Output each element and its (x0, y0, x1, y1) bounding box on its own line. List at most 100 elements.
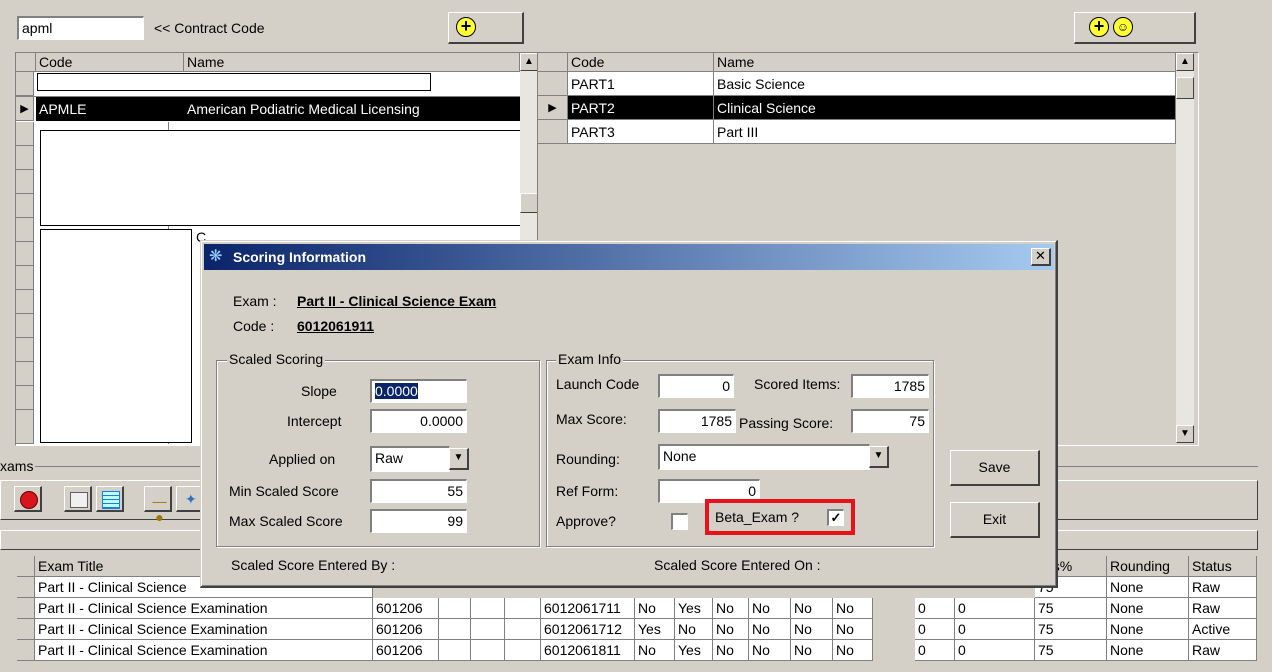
table-cell-form[interactable]: 6012061811 (541, 640, 635, 661)
part-row-code-selected[interactable]: PART2 (568, 96, 714, 120)
table-cell[interactable] (505, 619, 541, 640)
table-cell-c3[interactable]: No (713, 640, 749, 661)
table-cell-c1[interactable]: No (635, 598, 675, 619)
table-cell-status[interactable]: Raw (1189, 598, 1257, 619)
exit-button[interactable]: Exit (950, 502, 1040, 538)
table-cell-c2[interactable]: Yes (675, 598, 713, 619)
table-cell-c4[interactable]: No (749, 619, 791, 640)
col-header-status[interactable]: Status (1189, 556, 1257, 577)
min-scaled-input[interactable]: 55 (370, 479, 467, 503)
contract-code-input[interactable]: apml (17, 16, 144, 40)
table-cell-pass[interactable]: 75 (1035, 619, 1107, 640)
left-grid-filter-input[interactable] (37, 73, 431, 91)
scroll-up-icon[interactable]: ▲ (1176, 53, 1194, 71)
table-cell-c6[interactable]: No (833, 619, 873, 640)
passing-score-input[interactable]: 75 (851, 409, 929, 433)
table-cell-title[interactable]: Part II - Clinical Science Examination (35, 640, 373, 661)
table-cell-c3[interactable]: No (713, 598, 749, 619)
part-row-name[interactable]: Basic Science (714, 72, 1176, 96)
key-button[interactable]: —● (144, 486, 172, 525)
table-cell[interactable] (471, 598, 505, 619)
table-cell[interactable] (439, 598, 471, 619)
table-cell-pass[interactable]: 75 (1035, 640, 1107, 661)
left-grid-selected-row[interactable]: APMLE American Podiatric Medical Licensi… (36, 97, 520, 121)
table-cell-code[interactable]: 601206 (373, 640, 439, 661)
close-button[interactable]: ✕ (1031, 248, 1051, 266)
table-cell-title[interactable]: Part II - Clinical Science Examination (35, 619, 373, 640)
left-grid-header-code[interactable]: Code (36, 53, 184, 72)
table-cell-c3[interactable]: No (713, 619, 749, 640)
table-cell-c4[interactable]: No (749, 598, 791, 619)
grid-button[interactable] (96, 486, 124, 512)
scored-items-input[interactable]: 1785 (851, 374, 929, 398)
table-row-rounding[interactable]: None (1107, 577, 1189, 598)
max-score-input[interactable]: 1785 (658, 409, 736, 433)
table-cell-title[interactable]: Part II - Clinical Science Examination (35, 598, 373, 619)
part-row-code[interactable]: PART3 (568, 120, 714, 144)
table-cell-rounding[interactable]: None (1107, 619, 1189, 640)
scroll-thumb[interactable] (1176, 77, 1194, 99)
table-cell-rounding[interactable]: None (1107, 598, 1189, 619)
save-button[interactable]: Save (950, 450, 1040, 486)
max-scaled-label: Max Scaled Score (229, 513, 343, 529)
table-cell-c7[interactable]: 0 (915, 619, 955, 640)
table-cell-form[interactable]: 6012061712 (541, 619, 635, 640)
slope-input[interactable]: 0.0000 (370, 379, 467, 403)
intercept-input[interactable]: 0.0000 (370, 409, 467, 433)
table-cell-c2[interactable]: No (675, 619, 713, 640)
table-cell-c6[interactable]: No (833, 598, 873, 619)
right-grid-header-name[interactable]: Name (714, 53, 1176, 72)
table-cell[interactable] (439, 640, 471, 661)
rounding-select[interactable]: None (658, 444, 870, 470)
table-cell-c1[interactable]: Yes (635, 619, 675, 640)
left-grid-header-name[interactable]: Name (184, 53, 520, 72)
approve-checkbox[interactable] (671, 513, 688, 530)
table-cell[interactable] (439, 619, 471, 640)
table-cell-c8[interactable]: 0 (955, 640, 1035, 661)
table-cell[interactable] (505, 640, 541, 661)
table-cell[interactable] (471, 640, 505, 661)
table-cell-pass[interactable]: 75 (1035, 598, 1107, 619)
applied-on-dropdown-button[interactable]: ▼ (449, 448, 469, 470)
table-cell-c5[interactable]: No (791, 619, 833, 640)
table-cell-c4[interactable]: No (749, 640, 791, 661)
table-cell-c8[interactable]: 0 (955, 619, 1035, 640)
table-cell-rounding[interactable]: None (1107, 640, 1189, 661)
table-cell-form[interactable]: 6012061711 (541, 598, 635, 619)
add-contract-button[interactable]: + (448, 12, 524, 44)
applied-on-select[interactable]: Raw (370, 446, 450, 472)
table-cell-code[interactable]: 601206 (373, 619, 439, 640)
right-grid-scrollbar[interactable]: ▲ ▼ (1176, 53, 1194, 443)
part-row-code[interactable]: PART1 (568, 72, 714, 96)
table-cell-c7[interactable]: 0 (915, 640, 955, 661)
add-part-button[interactable]: + ☺ (1074, 12, 1196, 44)
table-cell-c1[interactable]: No (635, 640, 675, 661)
max-scaled-input[interactable]: 99 (370, 509, 467, 533)
rounding-dropdown-button[interactable]: ▼ (869, 446, 889, 468)
table-cell-c5[interactable]: No (791, 598, 833, 619)
chart-button[interactable] (64, 486, 92, 512)
launch-code-input[interactable]: 0 (658, 374, 734, 398)
beta-exam-checkbox[interactable]: ✓ (827, 509, 844, 526)
table-cell-c8[interactable]: 0 (955, 598, 1035, 619)
dialog-app-icon: ❋ (209, 248, 223, 265)
table-cell-c2[interactable]: Yes (675, 640, 713, 661)
table-cell-code[interactable]: 601206 (373, 598, 439, 619)
table-cell[interactable] (505, 598, 541, 619)
right-grid-header-code[interactable]: Code (568, 53, 714, 72)
part-row-name[interactable]: Part III (714, 120, 1176, 144)
table-row-status[interactable]: Raw (1189, 577, 1257, 598)
scroll-thumb[interactable] (520, 193, 538, 213)
scroll-down-icon[interactable]: ▼ (1176, 425, 1194, 443)
table-cell[interactable] (471, 619, 505, 640)
record-button[interactable] (14, 486, 42, 512)
table-cell-status[interactable]: Active (1189, 619, 1257, 640)
table-cell-c5[interactable]: No (791, 640, 833, 661)
table-cell-c6[interactable]: No (833, 640, 873, 661)
scroll-up-icon[interactable]: ▲ (520, 53, 538, 71)
col-header-rounding[interactable]: Rounding (1107, 556, 1189, 577)
table-cell-status[interactable]: Raw (1189, 640, 1257, 661)
table-cell-c7[interactable]: 0 (915, 598, 955, 619)
tool-icon: ✦ (185, 491, 197, 507)
part-row-name-selected[interactable]: Clinical Science (714, 96, 1176, 120)
